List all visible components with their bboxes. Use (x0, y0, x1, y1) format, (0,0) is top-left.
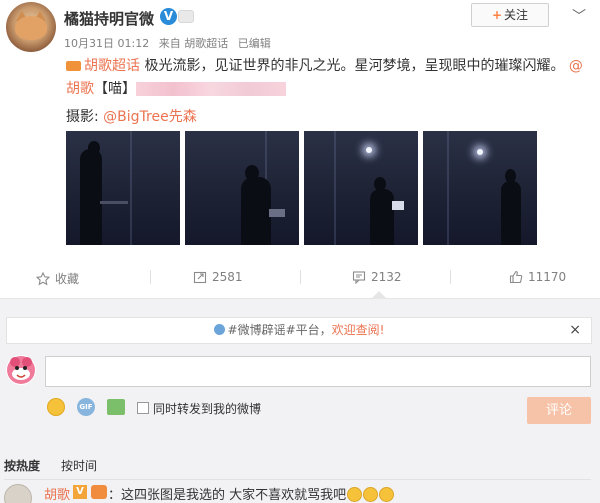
comment-button[interactable]: 2132 (352, 270, 402, 284)
comment-panel-pointer (372, 291, 386, 298)
figure-head (245, 165, 259, 181)
comment-item: 胡歌 V ：这四张图是我选的 大家不喜欢就骂我吧 (0, 480, 600, 503)
weibo-post-page: 橘猫持明官微 V + 关注 ﹀ 10月31日 01:12 来自 胡歌超话 已编辑 … (0, 0, 600, 503)
commenter-avatar[interactable] (4, 484, 32, 503)
figure-silhouette (370, 189, 394, 245)
figure-silhouette (501, 181, 521, 245)
follow-label: 关注 (504, 8, 529, 22)
post-body: 极光流影，见证世界的非凡之光。星河梦境，呈现眼中的璀璨闪耀。 (140, 58, 565, 74)
figure-head (505, 169, 516, 183)
post-images (66, 131, 537, 245)
info-icon (213, 324, 225, 335)
comment-body: ：这四张图是我选的 大家不喜欢就骂我吧 (108, 488, 347, 503)
post-meta: 10月31日 01:12 来自 胡歌超话 已编辑 (64, 35, 277, 51)
favorite-button[interactable]: 收藏 (36, 270, 79, 287)
author-avatar[interactable] (6, 2, 56, 52)
commenter-name[interactable]: 胡歌 (44, 484, 70, 503)
repost-checkbox[interactable] (137, 402, 149, 414)
submit-comment-button[interactable]: 评论 (527, 397, 591, 424)
repost-button[interactable]: 2581 (193, 270, 243, 284)
post-tag: 【喵】 (94, 81, 136, 97)
comment-sort-bar: 按热度 按时间 (0, 452, 600, 478)
repost-count: 2581 (212, 270, 243, 284)
avatar-cat-face (15, 16, 47, 40)
fan-badge-icon (91, 485, 107, 499)
sort-by-hot-tab[interactable]: 按热度 (4, 457, 40, 474)
favorite-label: 收藏 (55, 272, 80, 286)
post-time[interactable]: 10月31日 01:12 (64, 37, 149, 50)
post-image-2[interactable] (185, 131, 299, 245)
redacted-blur (136, 82, 286, 96)
cartoon-avatar-icon (7, 356, 35, 384)
post-image-3[interactable] (304, 131, 418, 245)
repost-checkbox-label[interactable]: 同时转发到我的微博 (153, 400, 261, 417)
divider (300, 270, 301, 284)
notice-text: #微博辟谣#平台， (227, 323, 332, 337)
plus-icon: + (491, 8, 503, 22)
figure-detail (100, 201, 128, 204)
photo-label: 摄影: (66, 109, 104, 125)
notice-link[interactable]: 欢迎查阅! (332, 323, 385, 337)
my-avatar[interactable] (6, 355, 36, 385)
image-detail (334, 131, 336, 245)
post-action-bar: 收藏 2581 2132 11170 (0, 262, 600, 292)
like-button[interactable]: 11170 (509, 270, 566, 284)
divider (450, 270, 451, 284)
edited-label[interactable]: 已编辑 (238, 37, 271, 50)
post-image-1[interactable] (66, 131, 180, 245)
comment-input[interactable] (45, 356, 591, 387)
post-image-4[interactable] (423, 131, 537, 245)
image-detail (447, 131, 449, 245)
image-icon[interactable] (107, 399, 125, 415)
close-icon[interactable]: × (569, 318, 581, 343)
repost-icon (193, 271, 207, 284)
star-icon (36, 271, 50, 285)
super-topic-icon (66, 61, 81, 71)
laugh-emoji-icon (379, 487, 395, 502)
thumbs-up-icon (509, 270, 523, 284)
comment-count: 2132 (371, 270, 402, 284)
author-name[interactable]: 橘猫持明官微 (64, 8, 154, 29)
verified-badge-icon: V (160, 8, 177, 25)
rumor-notice-bar: #微博辟谣#平台，欢迎查阅! × (6, 317, 592, 344)
figure-head (88, 141, 100, 155)
stage-light (477, 149, 483, 155)
post-text: 胡歌超话 极光流影，见证世界的非凡之光。星河梦境，呈现眼中的璀璨闪耀。 @胡歌【… (66, 55, 586, 101)
follow-button[interactable]: + 关注 (471, 3, 549, 27)
photo-credit-line: 摄影: @BigTree先森 (66, 106, 197, 126)
figure-silhouette (80, 149, 102, 245)
emoji-icon[interactable] (47, 398, 65, 416)
comment-icon (352, 271, 366, 284)
post-source[interactable]: 来自 胡歌超话 (159, 37, 229, 50)
photographer-link[interactable]: @BigTree先森 (103, 109, 197, 125)
divider (150, 270, 151, 284)
laugh-emoji-icon (363, 487, 379, 502)
figure-silhouette (241, 177, 271, 245)
figure-detail (269, 209, 285, 217)
verified-badge-icon: V (73, 485, 87, 499)
sort-by-time-tab[interactable]: 按时间 (61, 457, 97, 474)
stage-light (366, 147, 372, 153)
member-badge-icon (178, 10, 194, 23)
gif-icon[interactable]: GIF (77, 398, 95, 416)
figure-detail (392, 201, 404, 210)
topic-link[interactable]: 胡歌超话 (84, 58, 140, 74)
figure-head (374, 177, 386, 191)
chevron-down-icon[interactable]: ﹀ (572, 6, 586, 26)
comment-text: ：这四张图是我选的 大家不喜欢就骂我吧 (108, 484, 395, 503)
like-count: 11170 (528, 270, 567, 284)
image-detail (130, 131, 132, 245)
laugh-emoji-icon (347, 487, 363, 502)
